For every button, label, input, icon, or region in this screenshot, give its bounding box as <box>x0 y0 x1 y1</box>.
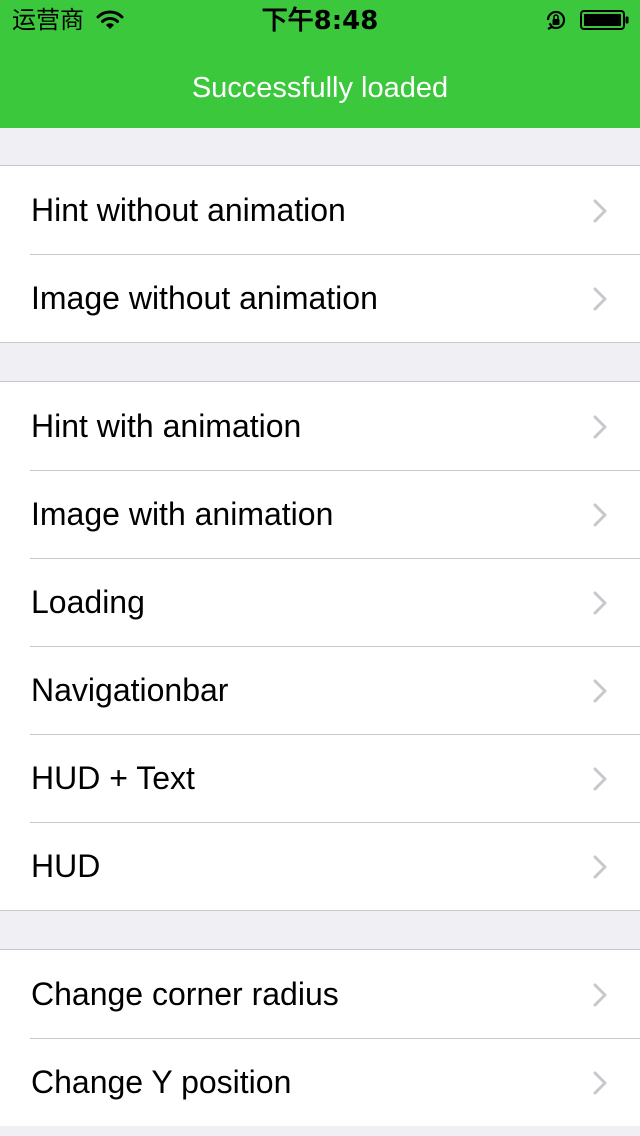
row-label: Navigationbar <box>31 672 229 708</box>
table-row[interactable]: HUD + Text <box>0 734 640 822</box>
row-label: Hint without animation <box>31 192 346 228</box>
rotation-lock-icon <box>546 10 566 30</box>
navigation-bar: 运营商 下午8:48 Successfully loaded <box>0 0 640 128</box>
row-label: Image without animation <box>31 280 378 316</box>
row-label: Hint with animation <box>31 408 302 444</box>
chevron-right-icon <box>593 199 607 223</box>
status-bar: 运营商 下午8:48 <box>0 0 640 40</box>
chevron-right-icon <box>593 855 607 879</box>
chevron-right-icon <box>593 1071 607 1095</box>
row-label: Loading <box>31 584 145 620</box>
page-title: Successfully loaded <box>191 72 449 104</box>
row-label: HUD + Text <box>31 760 195 796</box>
table-row[interactable]: Loading <box>0 558 640 646</box>
chevron-right-icon <box>593 983 607 1007</box>
table-section-basic: Hint without animation Image without ani… <box>0 165 640 343</box>
table-row[interactable]: Image without animation <box>0 254 640 342</box>
chevron-right-icon <box>593 503 607 527</box>
table-section-animation: Hint with animation Image with animation… <box>0 381 640 911</box>
table-row[interactable]: Change Y position <box>0 1038 640 1126</box>
table-row[interactable]: Hint with animation <box>0 382 640 470</box>
table-row[interactable]: Image with animation <box>0 470 640 558</box>
chevron-right-icon <box>593 679 607 703</box>
table-section-custom: Change corner radius Change Y position <box>0 949 640 1126</box>
battery-icon <box>580 10 629 30</box>
row-label: Change corner radius <box>31 976 339 1012</box>
table-row[interactable]: HUD <box>0 822 640 910</box>
chevron-right-icon <box>593 415 607 439</box>
row-label: Image with animation <box>31 496 334 532</box>
table-row[interactable]: Hint without animation <box>0 166 640 254</box>
table-row[interactable]: Navigationbar <box>0 646 640 734</box>
chevron-right-icon <box>593 767 607 791</box>
row-label: Change Y position <box>31 1064 292 1100</box>
chevron-right-icon <box>593 591 607 615</box>
chevron-right-icon <box>593 287 607 311</box>
table-row[interactable]: Change corner radius <box>0 950 640 1038</box>
row-label: HUD <box>31 848 101 884</box>
